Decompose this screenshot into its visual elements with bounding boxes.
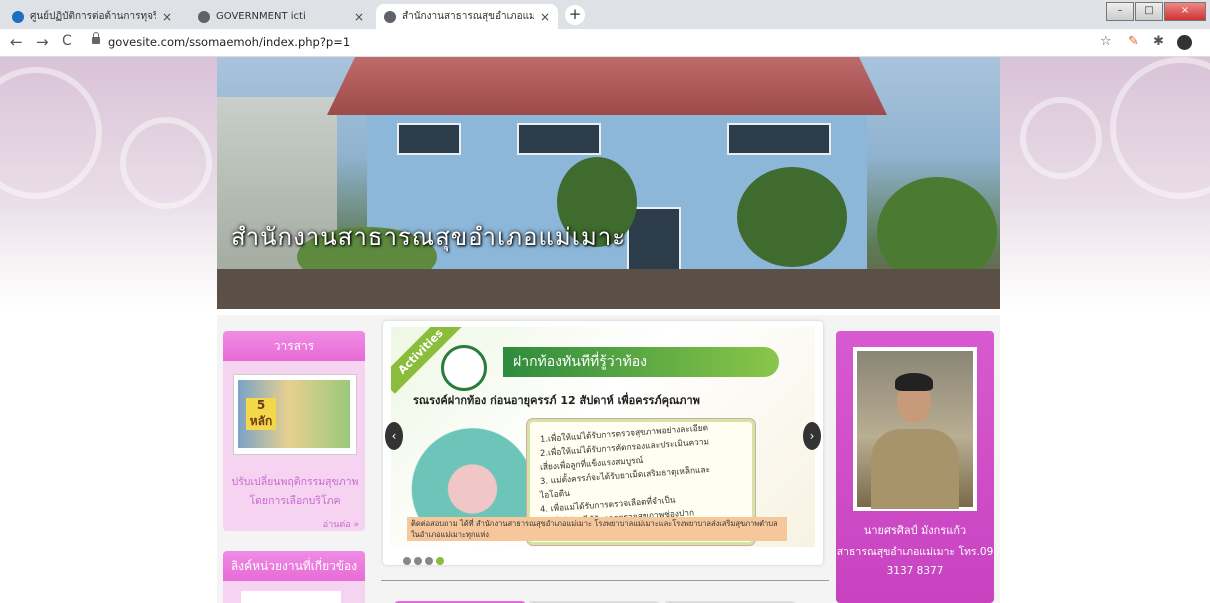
close-tab-icon[interactable]: × [162, 10, 172, 24]
slide-activity[interactable]: Activities ฝากท้องทันทีที่รู้ว่าท้อง รณร… [391, 327, 815, 547]
web-page: สำนักงานสาธารณสุขอำเภอแม่เมาะ วารสาร 5 ห… [0, 57, 1210, 603]
favicon-icon [12, 10, 24, 23]
slider-dot[interactable] [425, 557, 433, 565]
site-title: สำนักงานสาธารณสุขอำเภอแม่เมาะ [231, 223, 627, 251]
slider-dot[interactable] [403, 557, 411, 565]
tab-title: GOVERNMENT icti [216, 11, 306, 22]
slider-next-button[interactable]: › [803, 422, 821, 450]
related-links-box: ลิงค์หน่วยงานที่เกี่ยวข้อง [223, 551, 365, 603]
news-slider: Activities ฝากท้องทันทีที่รู้ว่าท้อง รณร… [383, 321, 823, 565]
slider-prev-button[interactable]: ‹ [385, 422, 403, 450]
side-decoration-left [0, 57, 217, 312]
journal-box: วารสาร 5 หลัก ปรับเปลี่ยนพฤติกรรมสุขภาพโ… [223, 331, 365, 531]
link-logo-thumbnail[interactable] [241, 591, 341, 603]
slide-contact-note: ติดต่อสอบถาม ได้ที่ สำนักงานสาธารณสุขอำเ… [407, 517, 787, 541]
close-window-icon[interactable]: × [1164, 2, 1206, 21]
browser-tab-2[interactable]: GOVERNMENT icti × [190, 4, 372, 29]
minimize-icon[interactable]: – [1106, 2, 1134, 21]
tab-title: สำนักงานสาธารณสุขอำเภอแม่เมาะ wx [402, 11, 534, 22]
close-tab-icon[interactable]: × [540, 10, 550, 24]
director-photo [853, 347, 977, 511]
journal-thumb-text: 5 หลัก [246, 398, 276, 430]
profile-avatar-icon[interactable] [1177, 35, 1192, 50]
ministry-emblem-icon [441, 345, 487, 391]
browser-tab-strip: ศูนย์ปฏิบัติการต่อต้านการทุจริต กระทร × … [0, 0, 1210, 29]
forward-button[interactable]: → [36, 33, 49, 51]
reload-button[interactable]: C [62, 33, 72, 49]
new-tab-button[interactable]: + [565, 5, 585, 25]
journal-caption-link[interactable]: ปรับเปลี่ยนพฤติกรรมสุขภาพโดยการเลือกบริโ… [227, 473, 363, 511]
browser-tab-3-active[interactable]: สำนักงานสาธารณสุขอำเภอแม่เมาะ wx × [376, 4, 558, 29]
tab-title: ศูนย์ปฏิบัติการต่อต้านการทุจริต กระทร [30, 11, 156, 22]
journal-thumbnail[interactable]: 5 หลัก [233, 374, 357, 455]
slider-dot-active[interactable] [436, 557, 444, 565]
window-controls: – □ × [1105, 2, 1206, 21]
slider-pagination [403, 557, 447, 565]
header-banner-image: สำนักงานสาธารณสุขอำเภอแม่เมาะ [217, 57, 1000, 309]
url-field[interactable]: govesite.com/ssomaemoh/index.php?p=1 [108, 35, 350, 49]
back-button[interactable]: ← [10, 33, 23, 51]
side-decoration-right [1000, 57, 1210, 312]
slider-dot[interactable] [414, 557, 422, 565]
director-role: สาธารณสุขอำเภอแม่เมาะ โทร.09 [836, 546, 994, 558]
director-info: สาธารณสุขอำเภอแม่เมาะ โทร.09 3137 8377 [836, 543, 994, 581]
slide-headline: ฝากท้องทันทีที่รู้ว่าท้อง [503, 347, 779, 377]
close-tab-icon[interactable]: × [354, 10, 364, 24]
puzzle-icon[interactable]: ✱ [1153, 34, 1164, 49]
slide-subtitle: รณรงค์ฝากท้อง ก่อนอายุครรภ์ 12 สัปดาห์ เ… [413, 394, 700, 407]
maximize-icon[interactable]: □ [1135, 2, 1163, 21]
globe-icon [384, 10, 396, 23]
browser-tab-1[interactable]: ศูนย์ปฏิบัติการต่อต้านการทุจริต กระทร × [4, 4, 180, 29]
lock-icon[interactable] [92, 32, 100, 44]
globe-icon [198, 10, 210, 23]
director-phone: 3137 8377 [886, 565, 944, 577]
extension-pin-icon[interactable]: ✎ [1128, 34, 1139, 49]
read-more-link[interactable]: อ่านต่อ » [323, 517, 359, 531]
bookmark-star-icon[interactable]: ☆ [1100, 34, 1112, 49]
address-bar-row: ← → C govesite.com/ssomaemoh/index.php?p… [0, 29, 1210, 57]
content-area: วารสาร 5 หลัก ปรับเปลี่ยนพฤติกรรมสุขภาพโ… [217, 315, 1000, 603]
related-links-header: ลิงค์หน่วยงานที่เกี่ยวข้อง [223, 551, 365, 581]
divider [381, 580, 829, 581]
director-name: นายศรศิลป์ มังกรแก้ว [863, 524, 967, 537]
director-profile-card: นายศรศิลป์ มังกรแก้ว สาธารณสุขอำเภอแม่เม… [836, 331, 994, 603]
journal-header: วารสาร [223, 331, 365, 361]
